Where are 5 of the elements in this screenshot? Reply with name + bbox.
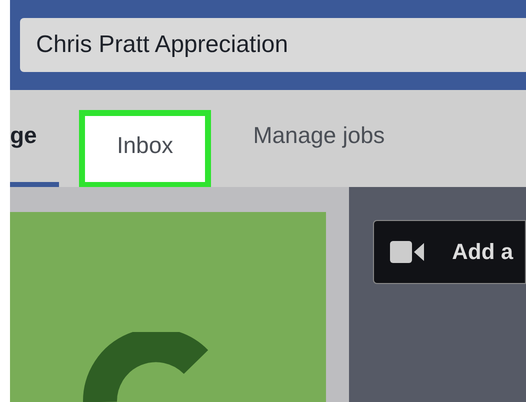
nav-tab[interactable]: Manage jobs — [231, 90, 407, 187]
add-video-button[interactable]: Add a — [373, 220, 526, 284]
nav-tab[interactable]: Inbox — [78, 110, 212, 187]
search-field[interactable]: Chris Pratt Appreciation — [20, 18, 526, 72]
video-camera-icon — [390, 241, 424, 263]
